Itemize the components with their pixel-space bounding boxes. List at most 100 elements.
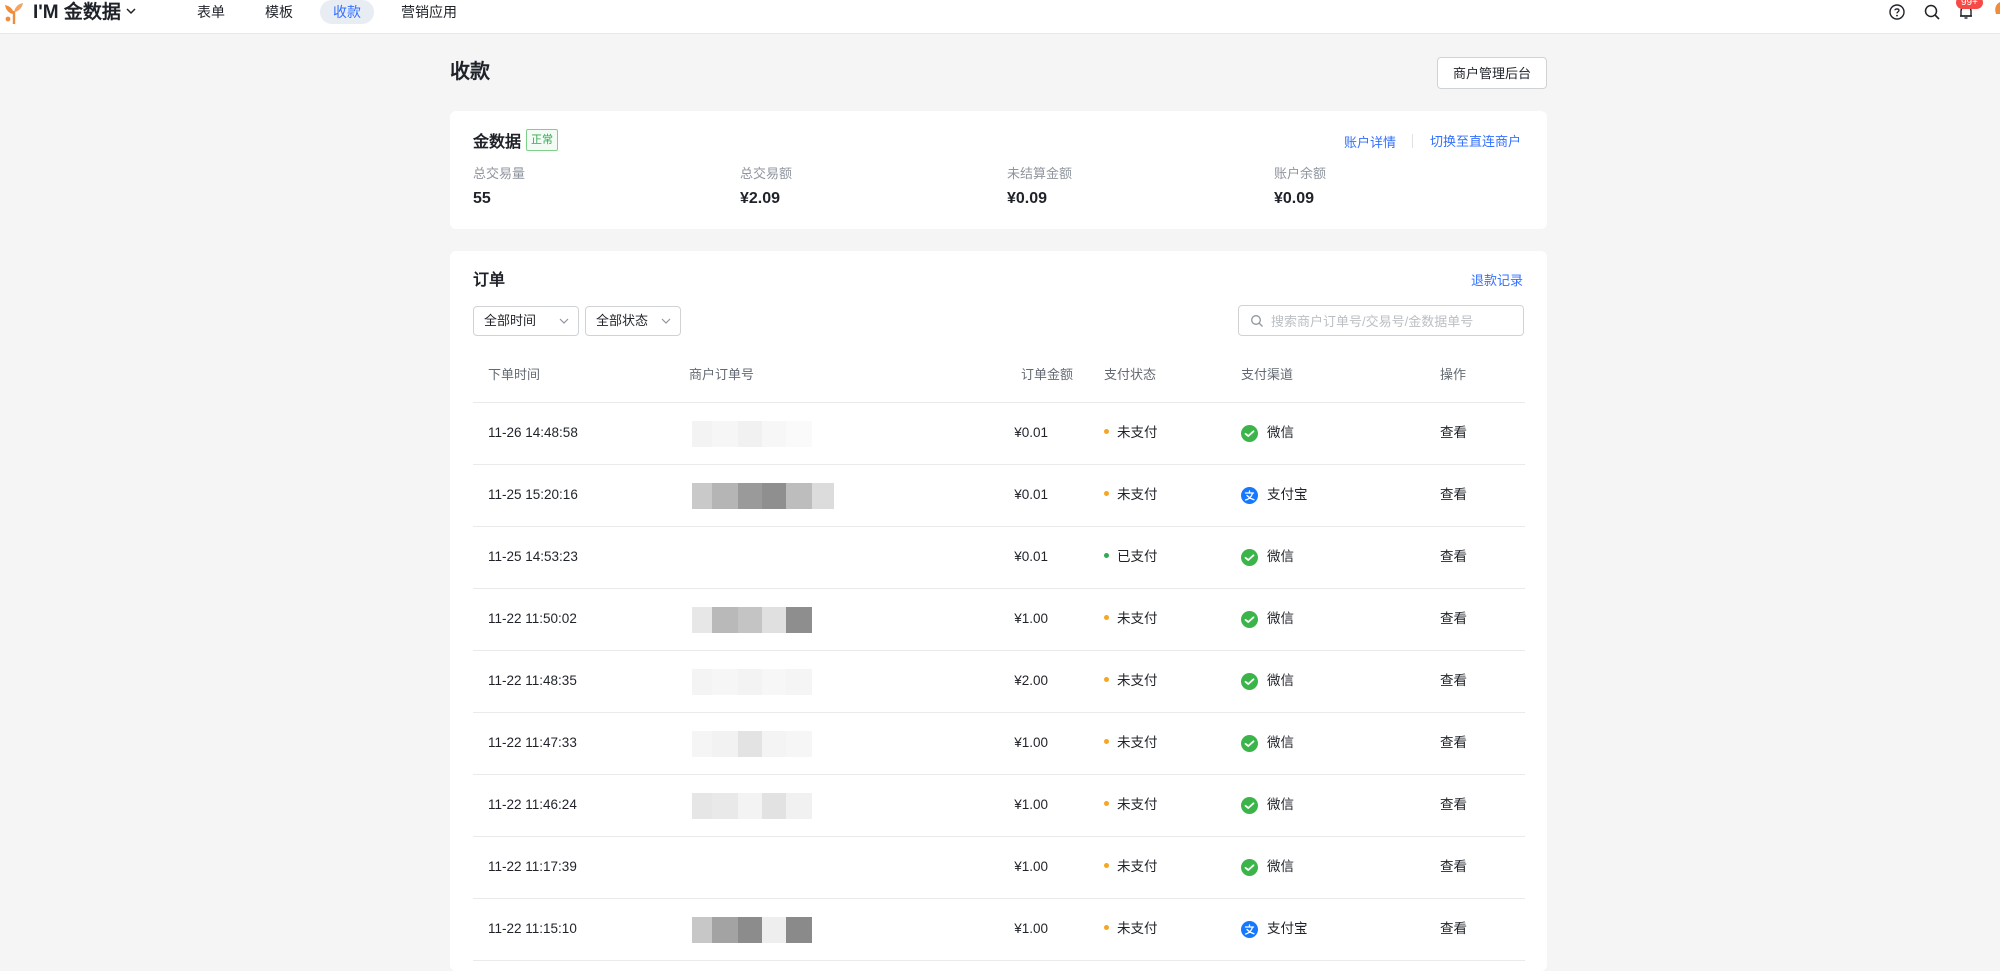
pay-status-label: 未支付 [1117,859,1158,874]
nav-item-templates[interactable]: 模板 [252,0,306,24]
view-order-link[interactable]: 查看 [1440,796,1467,814]
column-header-pay-channel: 支付渠道 [1241,367,1294,382]
help-icon[interactable] [1888,3,1906,21]
stat-value: ¥2.09 [740,190,781,207]
search-icon[interactable] [1923,3,1941,21]
alipay-icon [1241,487,1258,504]
view-order-link[interactable]: 查看 [1440,424,1467,442]
table-body: 11-26 14:48:58 ¥0.01 未支付 微信 查看 11-25 15:20:16… [473,403,1525,961]
view-order-link[interactable]: 查看 [1440,672,1467,690]
order-time: 11-22 11:47:33 [488,735,577,750]
pay-status-label: 未支付 [1117,921,1158,936]
alipay-icon [1241,921,1258,938]
status-dot-icon [1104,552,1109,558]
order-amount: ¥1.00 [1014,797,1048,812]
order-time: 11-22 11:46:24 [488,797,577,812]
stat-unsettled-amount: 未结算金额 ¥0.09 [1007,165,1072,210]
pay-status: 未支付 [1104,486,1158,504]
view-order-link[interactable]: 查看 [1440,920,1467,938]
merchant-order-number-redacted [692,607,812,633]
top-navigation-bar: I'M 金数据 表单 模板 收款 营销应用 99+ [0,0,2000,34]
order-amount: ¥1.00 [1014,735,1048,750]
table-row: 11-22 11:48:35 ¥2.00 未支付 微信 查看 [473,651,1525,713]
order-time: 11-26 14:48:58 [488,425,578,440]
merchant-order-number-redacted [692,669,812,695]
pay-channel-label: 微信 [1267,673,1294,688]
table-row: 11-22 11:15:10 ¥1.00 未支付 支付宝 查看 [473,899,1525,961]
avatar[interactable] [1990,0,2000,18]
pay-status: 未支付 [1104,734,1158,752]
nav-item-marketing[interactable]: 营销应用 [388,0,470,24]
table-row: 11-22 11:17:39 ¥1.00 未支付 微信 查看 [473,837,1525,899]
pay-channel-label: 微信 [1267,425,1294,440]
pay-channel-label: 微信 [1267,797,1294,812]
status-dot-icon [1104,800,1109,806]
status-dot-icon [1104,490,1109,496]
column-header-amount: 订单金额 [1021,367,1074,382]
wechat-icon [1241,673,1258,690]
stat-balance: 账户余额 ¥0.09 [1274,165,1326,210]
pay-status-label: 未支付 [1117,735,1158,750]
order-search-input[interactable] [1269,309,1518,334]
order-time: 11-25 15:20:16 [488,487,578,502]
app-name[interactable]: I'M 金数据 [33,1,121,25]
nav-item-payments[interactable]: 收款 [320,0,374,24]
column-header-merchant-order-no: 商户订单号 [689,367,755,382]
nav-item-forms[interactable]: 表单 [184,0,238,24]
pay-channel-label: 微信 [1267,549,1294,564]
table-row: 11-22 11:50:02 ¥1.00 未支付 微信 查看 [473,589,1525,651]
pay-status-label: 未支付 [1117,487,1158,502]
merchant-order-number-redacted [692,793,812,819]
stat-label: 总交易量 [473,166,526,181]
pay-channel-label: 支付宝 [1267,487,1308,502]
view-order-link[interactable]: 查看 [1440,486,1467,504]
table-header: 下单时间 商户订单号 订单金额 支付状态 支付渠道 操作 [473,348,1525,403]
view-order-link[interactable]: 查看 [1440,548,1467,566]
status-dot-icon [1104,428,1109,434]
order-amount: ¥0.01 [1014,425,1048,440]
wechat-icon [1241,425,1258,442]
chevron-down-icon [559,318,569,324]
stat-label: 账户余额 [1274,166,1327,181]
chevron-down-icon[interactable] [124,4,138,18]
column-header-order-time: 下单时间 [488,367,541,382]
merchant-order-number-redacted [692,731,812,757]
stat-value: ¥0.09 [1007,190,1048,207]
order-search-box[interactable] [1238,305,1524,336]
status-dot-icon [1104,924,1109,930]
order-amount: ¥0.01 [1014,549,1048,564]
wechat-icon [1241,859,1258,876]
stat-value: 55 [473,190,491,207]
time-filter-label: 全部时间 [484,313,537,328]
status-badge: 正常 [526,129,558,151]
pay-status: 已支付 [1104,548,1158,566]
pay-status: 未支付 [1104,610,1158,628]
merchant-admin-button[interactable]: 商户管理后台 [1437,57,1547,89]
merchant-order-number-redacted [692,483,834,509]
order-amount: ¥0.01 [1014,487,1048,502]
view-order-link[interactable]: 查看 [1440,734,1467,752]
status-dot-icon [1104,738,1109,744]
time-filter-dropdown[interactable]: 全部时间 [473,306,579,336]
column-header-actions: 操作 [1440,367,1467,382]
orders-title: 订单 [473,272,506,289]
order-time: 11-22 11:48:35 [488,673,577,688]
account-detail-link[interactable]: 账户详情 [1344,132,1396,151]
account-summary-card: 金数据 正常 账户详情 切换至直连商户 总交易量 55 总交易额 ¥2.09 未… [450,111,1547,229]
orders-card: 订单 退款记录 全部时间 全部状态 下单时间 商户订单号 订单金额 支付状态 支… [450,251,1547,971]
table-row: 11-26 14:48:58 ¥0.01 未支付 微信 查看 [473,403,1525,465]
pay-status: 未支付 [1104,672,1158,690]
view-order-link[interactable]: 查看 [1440,610,1467,628]
stat-label: 总交易额 [740,166,793,181]
logo-icon[interactable] [2,1,26,25]
main-nav: 表单 模板 收款 营销应用 [184,0,484,24]
pay-channel-label: 微信 [1267,611,1294,626]
wechat-icon [1241,549,1258,566]
pay-status-label: 已支付 [1117,549,1158,564]
order-amount: ¥1.00 [1014,859,1048,874]
status-filter-dropdown[interactable]: 全部状态 [585,306,681,336]
view-order-link[interactable]: 查看 [1440,858,1467,876]
switch-merchant-link[interactable]: 切换至直连商户 [1430,131,1521,150]
order-time: 11-25 14:53:23 [488,549,578,564]
refund-records-link[interactable]: 退款记录 [1471,270,1523,289]
